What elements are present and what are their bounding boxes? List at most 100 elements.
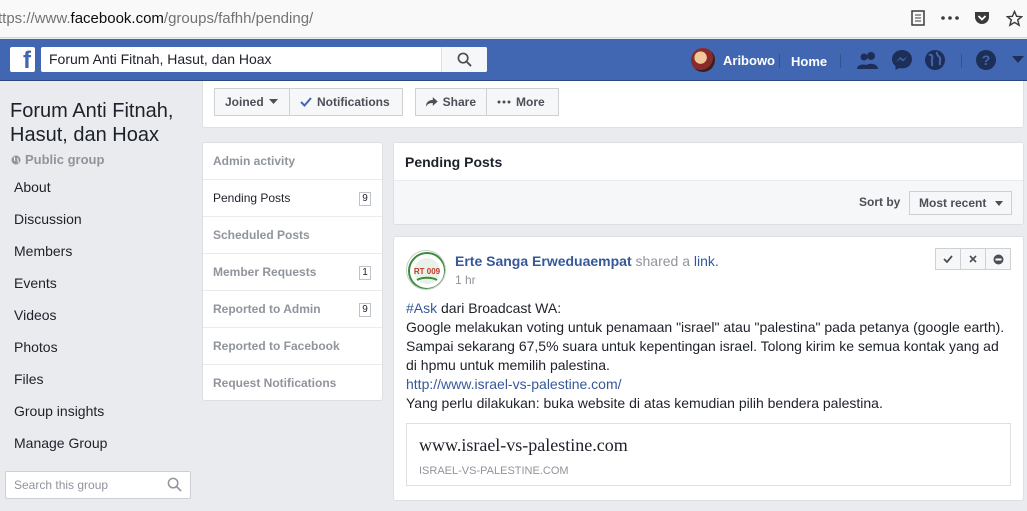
pocket-icon[interactable] bbox=[973, 9, 991, 27]
shared-link[interactable]: link. bbox=[694, 253, 719, 269]
admin-menu-reported-to-facebook[interactable]: Reported to Facebook bbox=[203, 328, 382, 365]
link-preview-domain: ISRAEL-VS-PALESTINE.COM bbox=[419, 465, 569, 477]
nav-about[interactable]: About bbox=[0, 171, 200, 203]
notifications-globe-icon[interactable] bbox=[924, 49, 946, 71]
hashtag-link[interactable]: #Ask bbox=[406, 300, 437, 316]
more-button[interactable]: More bbox=[486, 88, 559, 116]
admin-menu-member-requests[interactable]: Member Requests 1 bbox=[203, 254, 382, 291]
url-domain: facebook.com bbox=[70, 10, 164, 27]
more-dots-icon bbox=[497, 100, 511, 104]
url-scheme: ttps://www. bbox=[0, 10, 71, 27]
admin-menu: Admin activity Pending Posts 9 Scheduled … bbox=[202, 142, 383, 401]
block-button[interactable] bbox=[985, 248, 1011, 270]
admin-menu-label: Admin activity bbox=[213, 154, 296, 168]
post-author-name[interactable]: Erte Sanga Erweduaempat bbox=[455, 253, 632, 269]
admin-menu-request-notifications[interactable]: Request Notifications bbox=[203, 365, 382, 402]
facebook-search-input[interactable]: Forum Anti Fitnah, Hasut, dan Hoax bbox=[41, 47, 441, 72]
joined-button[interactable]: Joined bbox=[214, 88, 290, 116]
admin-menu-label: Reported to Admin bbox=[213, 302, 321, 316]
facebook-logo[interactable]: f bbox=[10, 47, 35, 72]
svg-text:?: ? bbox=[982, 52, 991, 68]
share-arrow-icon bbox=[426, 97, 438, 107]
share-button[interactable]: Share bbox=[415, 88, 487, 116]
nav-videos[interactable]: Videos bbox=[0, 299, 200, 331]
pending-post: RT 009 Erte Sanga Erweduaempat shared a … bbox=[393, 236, 1024, 501]
bookmark-star-icon[interactable] bbox=[1005, 9, 1023, 27]
group-title[interactable]: Forum Anti Fitnah, Hasut, dan Hoax bbox=[10, 99, 200, 147]
nav-photos[interactable]: Photos bbox=[0, 331, 200, 363]
globe-icon bbox=[11, 155, 21, 164]
home-link[interactable]: Home bbox=[791, 54, 827, 69]
group-action-bar: Joined Notifications Share More bbox=[202, 81, 1024, 128]
admin-menu-label: Pending Posts bbox=[213, 191, 291, 205]
nav-members[interactable]: Members bbox=[0, 235, 200, 267]
admin-menu-pending-posts[interactable]: Pending Posts 9 bbox=[203, 180, 382, 217]
count-badge: 1 bbox=[359, 266, 371, 280]
admin-menu-label: Member Requests bbox=[213, 265, 317, 279]
chevron-down-icon bbox=[995, 201, 1003, 206]
share-label: Share bbox=[442, 95, 476, 109]
approve-button[interactable] bbox=[935, 248, 961, 270]
close-icon bbox=[969, 255, 977, 263]
block-icon bbox=[993, 254, 1003, 264]
count-badge: 9 bbox=[359, 192, 371, 206]
sort-label: Sort by bbox=[859, 195, 901, 209]
checkmark-icon bbox=[943, 255, 953, 263]
nav-files[interactable]: Files bbox=[0, 363, 200, 395]
search-button[interactable] bbox=[441, 47, 487, 72]
post-text: #Ask dari Broadcast WA: Google melakukan… bbox=[406, 299, 1006, 413]
count-badge: 9 bbox=[359, 303, 371, 317]
post-closing: Yang perlu dilakukan: buka website di at… bbox=[406, 395, 883, 411]
post-intro: dari Broadcast WA: bbox=[437, 300, 562, 316]
group-nav: About Discussion Members Events Videos P… bbox=[0, 171, 200, 459]
admin-menu-admin-activity[interactable]: Admin activity bbox=[203, 143, 382, 180]
browser-address-bar[interactable]: ttps://www.facebook.com/groups/fafhh/pen… bbox=[0, 0, 1027, 38]
url-path: /groups/fafhh/pending/ bbox=[163, 10, 314, 27]
search-icon bbox=[457, 52, 472, 67]
post-paragraph: Google melakukan voting untuk penamaan "… bbox=[406, 319, 1005, 373]
admin-menu-reported-to-admin[interactable]: Reported to Admin 9 bbox=[203, 291, 382, 328]
reader-view-icon[interactable] bbox=[909, 9, 927, 27]
admin-menu-label: Scheduled Posts bbox=[213, 228, 310, 242]
account-menu-caret-icon[interactable] bbox=[1007, 49, 1027, 71]
friend-requests-icon[interactable] bbox=[857, 49, 879, 71]
group-privacy-label: Public group bbox=[25, 152, 105, 167]
sort-value: Most recent bbox=[919, 196, 987, 210]
decline-button[interactable] bbox=[960, 248, 986, 270]
moderation-buttons bbox=[935, 248, 1011, 270]
joined-label: Joined bbox=[225, 95, 264, 109]
facebook-search[interactable]: Forum Anti Fitnah, Hasut, dan Hoax bbox=[41, 47, 487, 72]
notifications-label: Notifications bbox=[317, 95, 390, 109]
nav-events[interactable]: Events bbox=[0, 267, 200, 299]
pending-posts-header: Pending Posts Sort by Most recent bbox=[393, 142, 1024, 225]
admin-menu-label: Reported to Facebook bbox=[213, 339, 340, 353]
divider bbox=[840, 54, 841, 68]
divider bbox=[779, 54, 780, 68]
search-icon[interactable] bbox=[167, 477, 182, 492]
post-first-line: #Ask dari Broadcast WA: bbox=[406, 299, 1006, 318]
profile-link[interactable]: Aribowo bbox=[691, 48, 775, 72]
help-icon[interactable]: ? bbox=[975, 49, 997, 71]
more-label: More bbox=[516, 95, 545, 109]
url-text[interactable]: ttps://www.facebook.com/groups/fafhh/pen… bbox=[0, 10, 313, 27]
divider bbox=[961, 54, 962, 68]
facebook-top-bar: f Forum Anti Fitnah, Hasut, dan Hoax Ari… bbox=[0, 39, 1027, 81]
link-preview[interactable]: www.israel-vs-palestine.com ISRAEL-VS-PA… bbox=[406, 423, 1011, 486]
page-actions-icon[interactable] bbox=[941, 9, 959, 27]
avatar-logo-text: RT 009 bbox=[414, 267, 441, 276]
user-name: Aribowo bbox=[723, 52, 775, 68]
group-search-input[interactable] bbox=[6, 472, 156, 498]
avatar bbox=[691, 48, 715, 72]
nav-group-insights[interactable]: Group insights bbox=[0, 395, 200, 427]
messenger-icon[interactable] bbox=[891, 49, 913, 71]
link-preview-title: www.israel-vs-palestine.com bbox=[419, 435, 628, 455]
nav-manage-group[interactable]: Manage Group bbox=[0, 427, 200, 459]
sort-dropdown[interactable]: Most recent bbox=[909, 191, 1012, 215]
notifications-button[interactable]: Notifications bbox=[289, 88, 403, 116]
group-search[interactable] bbox=[5, 471, 191, 499]
post-timestamp[interactable]: 1 hr bbox=[455, 273, 476, 287]
post-url-link[interactable]: http://www.israel-vs-palestine.com/ bbox=[406, 375, 1006, 394]
nav-discussion[interactable]: Discussion bbox=[0, 203, 200, 235]
admin-menu-scheduled-posts[interactable]: Scheduled Posts bbox=[203, 217, 382, 254]
post-author-avatar[interactable]: RT 009 bbox=[406, 250, 446, 290]
